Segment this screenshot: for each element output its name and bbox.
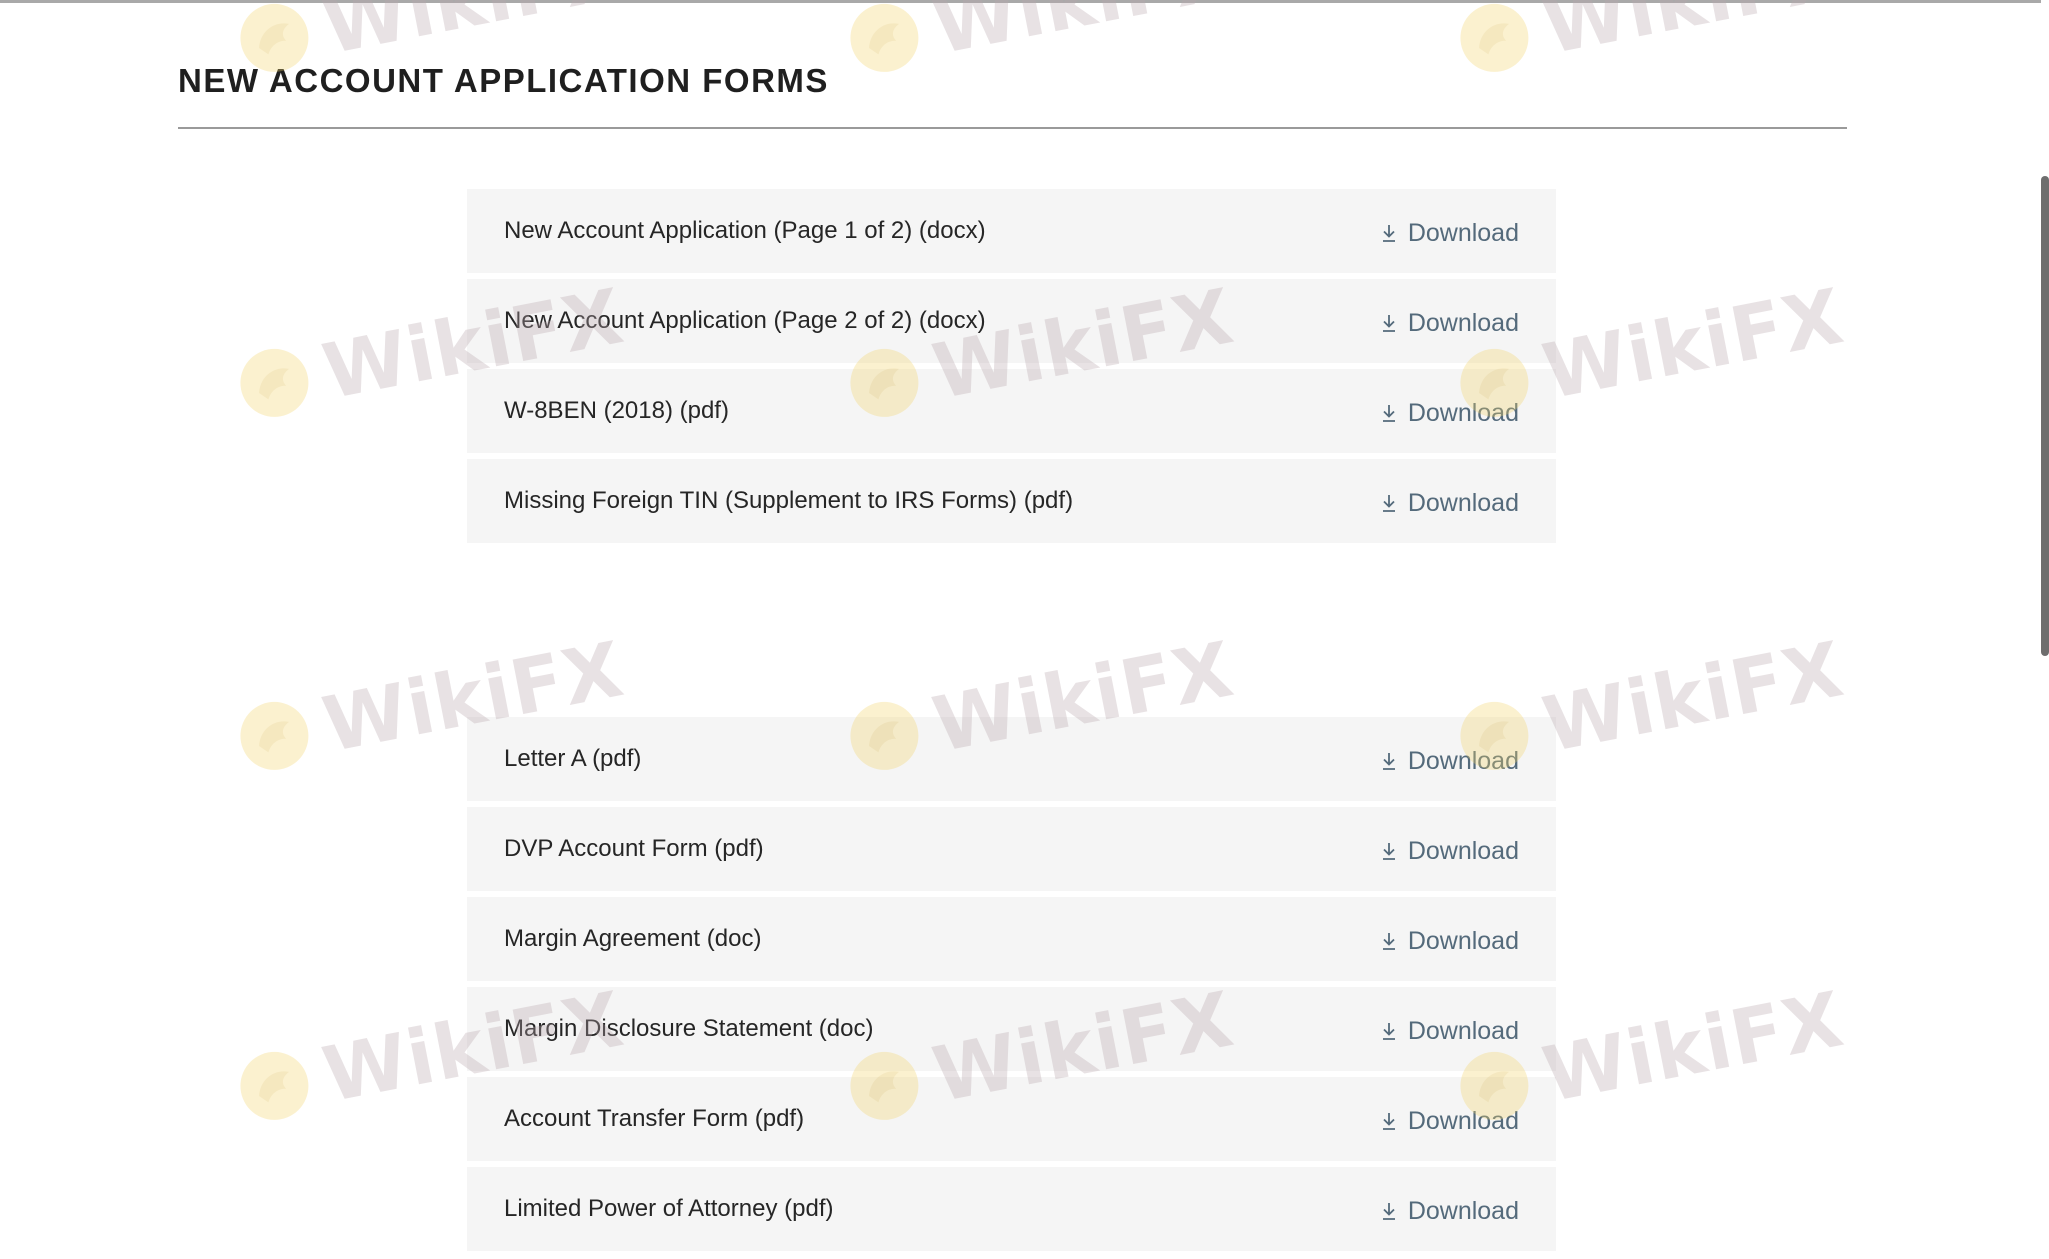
download-link[interactable]: Download — [1380, 489, 1519, 518]
download-icon — [1382, 1113, 1395, 1130]
form-name: Missing Foreign TIN (Supplement to IRS F… — [504, 487, 1074, 514]
watermark-text: WikiFX — [1535, 624, 1851, 770]
form-list-primary: New Account Application (Page 1 of 2) (d… — [467, 189, 1556, 549]
wikifx-logo-icon — [240, 348, 309, 417]
wikifx-logo-icon — [850, 3, 919, 72]
download-link[interactable]: Download — [1380, 927, 1519, 956]
download-icon — [1382, 843, 1395, 860]
watermark-text: WikiFX — [1535, 271, 1851, 417]
download-link[interactable]: Download — [1380, 399, 1519, 428]
download-icon — [1382, 1203, 1395, 1220]
watermark: WikiFX — [840, 0, 1240, 88]
download-link[interactable]: Download — [1380, 747, 1519, 776]
download-link[interactable]: Download — [1380, 219, 1519, 248]
watermark: WikiFX — [1450, 0, 1850, 88]
download-icon — [1382, 753, 1395, 770]
form-name: Limited Power of Attorney (pdf) — [504, 1195, 834, 1222]
download-label: Download — [1407, 218, 1519, 247]
form-row: Margin Disclosure Statement (doc) Downlo… — [467, 987, 1556, 1071]
download-label: Download — [1407, 488, 1519, 517]
top-border — [0, 0, 2049, 3]
form-row: Missing Foreign TIN (Supplement to IRS F… — [467, 459, 1556, 543]
download-link[interactable]: Download — [1380, 837, 1519, 866]
form-list-secondary: Letter A (pdf) Download DVP Account Form… — [467, 717, 1556, 1257]
form-name: Margin Agreement (doc) — [504, 925, 762, 952]
form-name: W-8BEN (2018) (pdf) — [504, 397, 729, 424]
wikifx-logo-icon — [1460, 3, 1529, 72]
download-icon — [1382, 315, 1395, 332]
download-label: Download — [1407, 836, 1519, 865]
form-name: Account Transfer Form (pdf) — [504, 1105, 805, 1132]
form-row: W-8BEN (2018) (pdf) Download — [467, 369, 1556, 453]
form-name: New Account Application (Page 2 of 2) (d… — [504, 307, 986, 334]
watermark-text: WikiFX — [1535, 974, 1851, 1120]
download-label: Download — [1407, 1106, 1519, 1135]
form-name: DVP Account Form (pdf) — [504, 835, 764, 862]
watermark-text: WikiFX — [316, 0, 630, 71]
download-link[interactable]: Download — [1380, 1017, 1519, 1046]
download-icon — [1382, 225, 1395, 242]
wikifx-logo-icon — [240, 701, 309, 770]
form-name: Margin Disclosure Statement (doc) — [504, 1015, 874, 1042]
form-row: Margin Agreement (doc) Download — [467, 897, 1556, 981]
form-row: New Account Application (Page 1 of 2) (d… — [467, 189, 1556, 273]
download-icon — [1382, 933, 1395, 950]
form-row: Account Transfer Form (pdf) Download — [467, 1077, 1556, 1161]
form-row: DVP Account Form (pdf) Download — [467, 807, 1556, 891]
download-label: Download — [1407, 1016, 1519, 1045]
form-name: Letter A (pdf) — [504, 745, 642, 772]
title-divider — [178, 127, 1847, 129]
download-label: Download — [1407, 746, 1519, 775]
form-row: Limited Power of Attorney (pdf) Download — [467, 1167, 1556, 1251]
download-label: Download — [1407, 926, 1519, 955]
download-link[interactable]: Download — [1380, 1197, 1519, 1226]
download-link[interactable]: Download — [1380, 309, 1519, 338]
download-label: Download — [1407, 1196, 1519, 1225]
form-row: New Account Application (Page 2 of 2) (d… — [467, 279, 1556, 363]
page-title: NEW ACCOUNT APPLICATION FORMS — [178, 62, 829, 99]
download-label: Download — [1407, 308, 1519, 337]
download-icon — [1382, 495, 1395, 512]
download-icon — [1382, 405, 1395, 422]
watermark-text: WikiFX — [926, 0, 1240, 71]
download-link[interactable]: Download — [1380, 1107, 1519, 1136]
watermark-text: WikiFX — [1536, 0, 1850, 71]
form-name: New Account Application (Page 1 of 2) (d… — [504, 217, 986, 244]
download-label: Download — [1407, 398, 1519, 427]
wikifx-logo-icon — [240, 1051, 309, 1120]
form-row: Letter A (pdf) Download — [467, 717, 1556, 801]
download-icon — [1382, 1023, 1395, 1040]
scrollbar-thumb[interactable] — [2041, 176, 2049, 656]
